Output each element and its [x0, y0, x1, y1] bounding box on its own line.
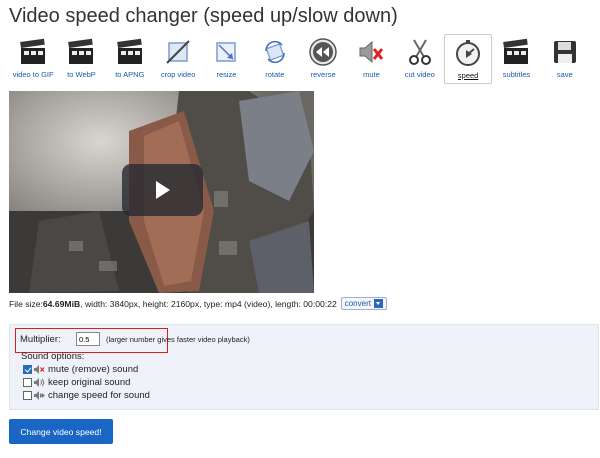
speaker-mute-icon [34, 365, 45, 374]
option-change-sound-speed[interactable]: change speed for sound [23, 390, 150, 401]
file-info: File size: 64.69MiB , width: 3840px, hei… [9, 297, 387, 310]
tool-video-to-gif[interactable]: video to GIF [9, 34, 57, 84]
multiplier-hint: (larger number gives faster video playba… [106, 335, 250, 344]
file-size: 64.69MiB [42, 298, 81, 309]
tool-subtitles[interactable]: subtitles [492, 34, 540, 84]
file-info-prefix: File size: [9, 298, 43, 309]
tool-reverse[interactable]: reverse [299, 34, 347, 84]
keep-sound-checkbox[interactable] [23, 378, 32, 387]
tool-label: mute [363, 70, 380, 79]
tool-label: crop video [160, 70, 196, 79]
tool-resize[interactable]: resize [202, 34, 250, 84]
option-mute-sound[interactable]: mute (remove) sound [23, 364, 138, 375]
tool-mute[interactable]: mute [347, 34, 395, 84]
option-keep-sound[interactable]: keep original sound [23, 377, 130, 388]
speaker-speed-icon [34, 391, 45, 400]
tool-label: save [556, 70, 573, 79]
resize-icon [216, 42, 237, 62]
tool-label: speed [457, 71, 479, 80]
clapperboard-icon [503, 38, 529, 64]
convert-label: convert [344, 299, 371, 308]
play-icon [156, 181, 170, 199]
change-sound-speed-checkbox[interactable] [23, 391, 32, 400]
crop-icon [166, 40, 190, 64]
clapperboard-icon [116, 38, 142, 64]
tool-save[interactable]: save [541, 34, 589, 84]
clapperboard-icon [20, 38, 46, 64]
convert-button[interactable]: convert [340, 297, 387, 310]
tool-label: to WebP [67, 70, 96, 79]
options-panel: Multiplier: (larger number gives faster … [9, 324, 599, 410]
change-video-speed-button[interactable]: Change video speed! [9, 419, 113, 444]
tool-label: subtitles [502, 70, 531, 79]
download-icon [373, 299, 383, 308]
tool-label: video to GIF [12, 70, 54, 79]
rotate-icon [265, 40, 285, 64]
multiplier-input[interactable] [76, 332, 100, 346]
speaker-icon [34, 378, 45, 387]
tool-rotate[interactable]: rotate [251, 34, 299, 84]
video-player[interactable] [9, 91, 314, 293]
multiplier-label: Multiplier: [20, 334, 61, 345]
tool-speed[interactable]: speed [443, 34, 493, 84]
page-title: Video speed changer (speed up/slow down) [9, 5, 398, 27]
floppy-disk-icon [553, 41, 576, 63]
sound-options-header: Sound options: [21, 351, 85, 362]
clapperboard-icon [68, 38, 94, 64]
option-label: change speed for sound [48, 390, 150, 401]
tool-label: cut video [404, 70, 435, 79]
mute-icon [359, 40, 384, 64]
option-label: mute (remove) sound [48, 364, 139, 375]
tool-label: to APNG [115, 70, 145, 79]
stopwatch-icon [456, 40, 481, 66]
tool-crop-video[interactable]: crop video [154, 34, 202, 84]
play-button[interactable] [122, 164, 203, 216]
tool-cut-video[interactable]: cut video [396, 34, 444, 84]
tool-to-apng[interactable]: to APNG [106, 34, 154, 84]
tool-label: resize [216, 70, 237, 79]
rewind-icon [309, 38, 337, 66]
scissors-icon [408, 39, 431, 65]
tool-to-webp[interactable]: to WebP [57, 34, 105, 84]
tool-label: rotate [265, 70, 285, 79]
tool-toolbar: video to GIF to WebP to APNG crop video … [9, 34, 589, 84]
tool-label: reverse [310, 70, 336, 79]
mute-sound-checkbox[interactable] [23, 365, 32, 374]
option-label: keep original sound [48, 377, 131, 388]
file-info-details: , width: 3840px, height: 2160px, type: m… [80, 298, 337, 309]
